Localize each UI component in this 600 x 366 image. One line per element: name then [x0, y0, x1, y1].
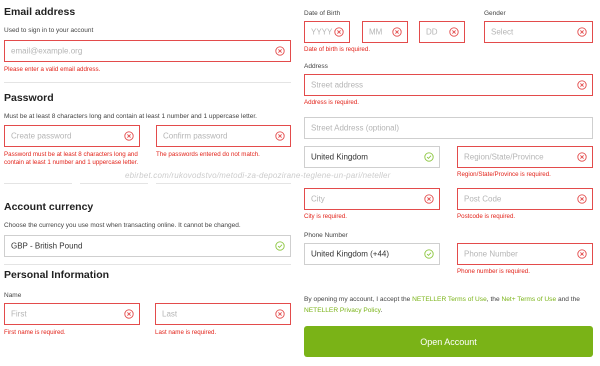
email-heading: Email address — [4, 6, 76, 18]
terms-suffix: . — [380, 307, 383, 314]
section-divider — [4, 183, 72, 184]
phone-label: Phone Number — [304, 232, 348, 239]
error-icon — [424, 194, 434, 204]
section-divider — [156, 183, 291, 184]
error-icon — [275, 131, 285, 141]
create-password-placeholder: Create password — [11, 131, 72, 141]
error-icon — [124, 131, 134, 141]
error-icon — [577, 194, 587, 204]
city-field[interactable]: City — [304, 188, 440, 210]
valid-icon — [424, 152, 434, 162]
error-icon — [577, 249, 587, 259]
error-icon — [392, 27, 402, 37]
postcode-placeholder: Post Code — [464, 194, 502, 204]
section-divider — [4, 264, 291, 265]
dob-error: Date of birth is required. — [304, 46, 371, 53]
gender-placeholder: Select — [491, 27, 514, 37]
currency-helper: Choose the currency you use most when tr… — [4, 222, 241, 229]
email-error: Please enter a valid email address. — [4, 66, 101, 73]
phone-number-placeholder: Phone Number — [464, 249, 518, 259]
netplus-terms-link[interactable]: Net+ Terms of Use — [501, 296, 556, 303]
phone-country-value: United Kingdom (+44) — [311, 249, 390, 259]
valid-icon — [424, 249, 434, 259]
confirm-password-field[interactable]: Confirm password — [156, 125, 291, 147]
error-icon — [449, 27, 459, 37]
phone-number-field[interactable]: Phone Number — [457, 243, 593, 265]
address-label: Address — [304, 63, 328, 70]
phone-country-select[interactable]: United Kingdom (+44) — [304, 243, 440, 265]
error-icon — [577, 80, 587, 90]
section-divider — [4, 82, 291, 83]
error-icon — [577, 152, 587, 162]
region-placeholder: Region/State/Province — [464, 152, 544, 162]
dob-year-placeholder: YYYY — [311, 27, 333, 37]
first-name-field[interactable]: First — [4, 303, 140, 325]
dob-month-placeholder: MM — [369, 27, 383, 37]
first-name-placeholder: First — [11, 309, 27, 319]
country-select[interactable]: United Kingdom — [304, 146, 440, 168]
watermark: ebirbet.com/rukovodstvo/metodi-za-depozi… — [125, 171, 391, 180]
city-placeholder: City — [311, 194, 325, 204]
street-address-error: Address is required. — [304, 99, 360, 106]
password-heading: Password — [4, 92, 54, 104]
personal-heading: Personal Information — [4, 269, 110, 281]
gender-select[interactable]: Select — [484, 21, 593, 43]
dob-year-select[interactable]: YYYY — [304, 21, 350, 43]
neteller-terms-link[interactable]: NETELLER Terms of Use — [412, 296, 487, 303]
postcode-error: Postcode is required. — [457, 213, 516, 220]
email-placeholder: email@example.org — [11, 46, 83, 56]
currency-heading: Account currency — [4, 201, 94, 213]
error-icon — [334, 27, 344, 37]
confirm-password-placeholder: Confirm password — [163, 131, 228, 141]
last-name-error: Last name is required. — [155, 329, 217, 336]
last-name-placeholder: Last — [162, 309, 178, 319]
create-password-error: Password must be at least 8 characters l… — [4, 151, 139, 166]
postcode-field[interactable]: Post Code — [457, 188, 593, 210]
region-field[interactable]: Region/State/Province — [457, 146, 593, 168]
terms-prefix: By opening my account, I accept the — [304, 296, 413, 303]
currency-select[interactable]: GBP - British Pound — [4, 235, 291, 257]
street-address-2-field[interactable]: Street Address (optional) — [304, 117, 593, 139]
phone-number-error: Phone number is required. — [457, 268, 530, 275]
confirm-password-error: The passwords entered do not match. — [156, 151, 260, 158]
create-password-field[interactable]: Create password — [4, 125, 140, 147]
last-name-field[interactable]: Last — [155, 303, 291, 325]
first-name-error: First name is required. — [4, 329, 66, 336]
valid-icon — [275, 241, 285, 251]
terms-and: and the — [556, 296, 580, 303]
error-icon — [124, 309, 134, 319]
section-divider — [80, 183, 148, 184]
dob-day-select[interactable]: DD — [419, 21, 465, 43]
privacy-policy-link[interactable]: NETELLER Privacy Policy — [304, 307, 380, 314]
password-helper: Must be at least 8 characters long and c… — [4, 113, 257, 120]
open-account-button[interactable]: Open Account — [304, 326, 593, 357]
terms-middle: , the — [486, 296, 502, 303]
dob-month-select[interactable]: MM — [362, 21, 408, 43]
error-icon — [275, 309, 285, 319]
email-helper: Used to sign in to your account — [4, 27, 94, 34]
gender-label: Gender — [484, 10, 506, 17]
name-label: Name — [4, 292, 22, 299]
city-error: City is required. — [304, 213, 347, 220]
email-field[interactable]: email@example.org — [4, 40, 291, 62]
error-icon — [577, 27, 587, 37]
region-error: Region/State/Province is required. — [457, 171, 551, 178]
dob-day-placeholder: DD — [426, 27, 438, 37]
currency-value: GBP - British Pound — [11, 241, 83, 251]
street-address-placeholder: Street address — [311, 80, 364, 90]
error-icon — [275, 46, 285, 56]
dob-label: Date of Birth — [304, 10, 341, 17]
street-address-2-placeholder: Street Address (optional) — [311, 123, 400, 133]
country-value: United Kingdom — [311, 152, 368, 162]
street-address-field[interactable]: Street address — [304, 74, 593, 96]
terms-text: By opening my account, I accept the NETE… — [304, 294, 594, 316]
